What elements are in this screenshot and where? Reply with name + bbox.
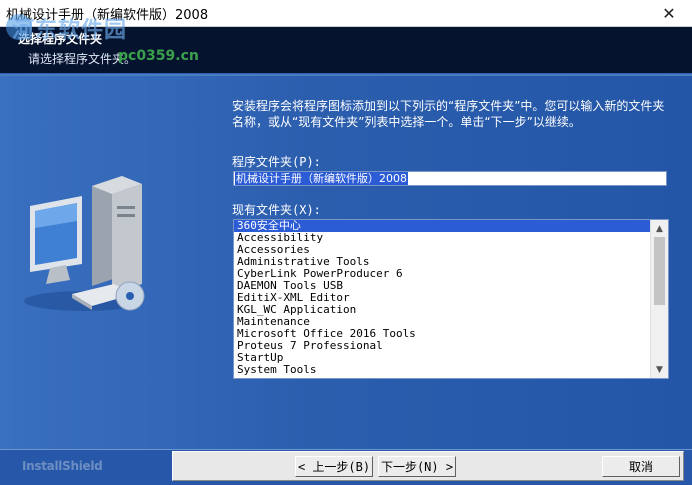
wizard-body: 安装程序会将程序图标添加到以下列示的“程序文件夹”中。您可以输入新的文件夹名称，… [0,76,692,449]
footer-divider [0,449,692,450]
folder-list-items: 360安全中心 Accessibility Accessories Administr… [234,220,652,376]
close-icon[interactable]: ✕ [646,0,692,26]
existing-folders-label: 现有文件夹(X): [232,203,321,217]
scroll-thumb[interactable] [654,237,665,305]
list-item[interactable]: Proteus 7 Professional [234,340,652,352]
back-button[interactable]: < 上一步(B) [295,456,373,477]
existing-folders-list[interactable]: 360安全中心 Accessibility Accessories Administr… [233,219,669,379]
wizard-footer: InstallShield < 上一步(B) 下一步(N) > 取消 [0,449,692,485]
scroll-up-icon[interactable]: ▲ [651,220,668,237]
cancel-button[interactable]: 取消 [602,456,680,477]
list-item[interactable]: System Tools [234,364,652,376]
program-folder-label: 程序文件夹(P): [232,155,321,169]
next-button[interactable]: 下一步(N) > [378,456,456,477]
watermark-text: 河东软件园 [12,18,128,43]
computer-illustration-icon [24,176,145,311]
button-bar: < 上一步(B) 下一步(N) > 取消 [172,451,684,481]
program-folder-input[interactable]: 机械设计手册（新编软件版）2008 [233,171,667,186]
installer-window: 机械设计手册（新编软件版）2008 ✕ 选择程序文件夹 请选择程序文件夹。 河东… [0,0,692,485]
scroll-down-icon[interactable]: ▼ [651,361,668,378]
watermark-url: pc0359.cn [118,48,199,64]
intro-text: 安装程序会将程序图标添加到以下列示的“程序文件夹”中。您可以输入新的文件夹名称，… [232,99,665,129]
list-scrollbar[interactable]: ▲ ▼ [650,220,668,378]
program-folder-value[interactable]: 机械设计手册（新编软件版）2008 [235,172,408,185]
installshield-logo: InstallShield [22,459,103,473]
